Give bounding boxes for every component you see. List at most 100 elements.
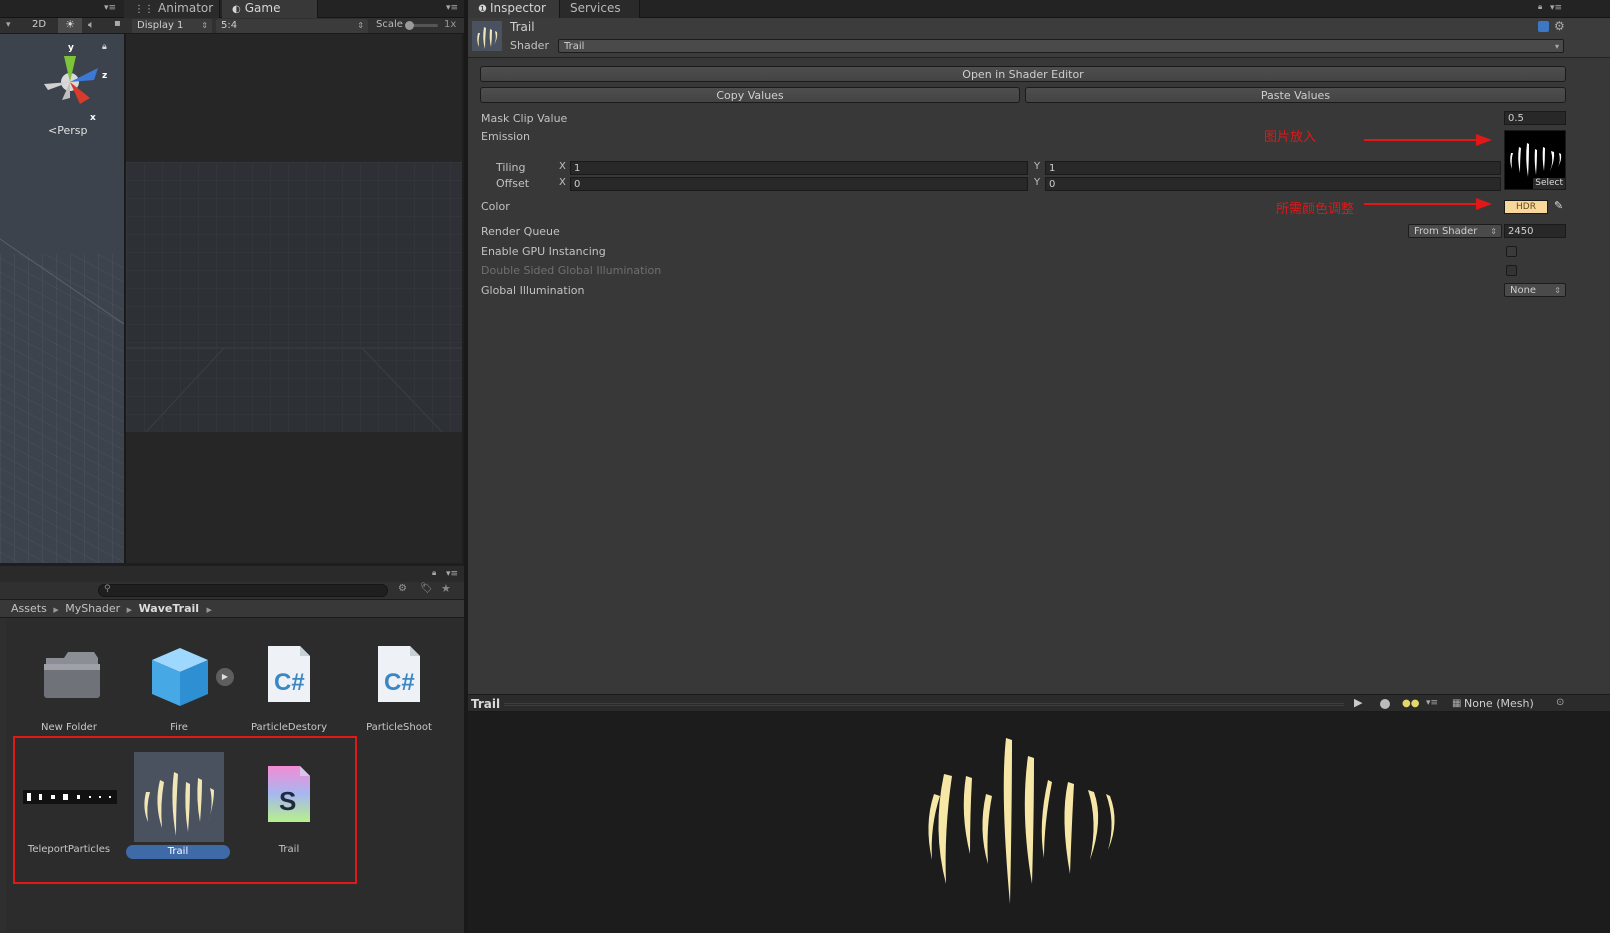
scale-slider[interactable] — [405, 21, 438, 30]
csharp-script-icon: C# — [378, 646, 420, 702]
preview-drag-bar[interactable] — [504, 703, 1344, 706]
asset-item-trail-material[interactable]: Trail — [124, 752, 234, 862]
offset-y-axis-label: Y — [1034, 177, 1041, 188]
breadcrumb-assets[interactable]: Assets — [11, 602, 47, 615]
offset-y-input[interactable]: 0 — [1045, 177, 1501, 191]
inspector-menu-icon[interactable]: ▾≡ — [1550, 3, 1562, 13]
emission-texture-slot[interactable]: Select — [1504, 130, 1566, 190]
preview-play-icon[interactable]: ▶ — [1354, 696, 1362, 709]
prefab-expand-icon[interactable]: ▶ — [216, 668, 234, 686]
inspector-lock-icon[interactable]: 🔒︎ — [1538, 2, 1542, 12]
tiling-label: Tiling — [496, 161, 526, 174]
shading-dropdown[interactable]: ▾ — [6, 20, 11, 30]
tiling-y-input[interactable]: 1 — [1045, 161, 1501, 175]
preview-mesh-field[interactable]: None (Mesh) — [1464, 697, 1534, 710]
preview-sphere-icon[interactable] — [1380, 699, 1390, 709]
shader-dropdown[interactable]: Trail ▾ — [558, 39, 1564, 53]
filter-by-type-icon[interactable]: ⚙ — [398, 583, 407, 594]
game-room-grid — [126, 162, 462, 433]
project-menu-icon[interactable]: ▾≡ — [446, 569, 458, 579]
tiling-x-input[interactable]: 1 — [570, 161, 1028, 175]
trail-preview-render — [928, 738, 1115, 904]
tab-animator[interactable]: ⋮⋮ Animator — [124, 0, 220, 18]
breadcrumb-wavetrail[interactable]: WaveTrail — [139, 602, 199, 615]
color-label: Color — [481, 200, 510, 213]
asset-label: TeleportParticles — [27, 844, 111, 855]
tab-game[interactable]: ◐ Game — [222, 0, 318, 18]
game-viewport[interactable]: ◀ — [126, 34, 462, 563]
emission-label: Emission — [481, 130, 530, 143]
prefab-cube-icon — [152, 648, 208, 706]
project-lock-icon[interactable]: 🔒︎ — [432, 568, 436, 578]
offset-x-input[interactable]: 0 — [570, 177, 1028, 191]
asset-label: ParticleDestory — [250, 722, 328, 733]
gizmo-lock-icon[interactable]: 🔒︎ — [102, 42, 107, 52]
texture-strip-icon — [23, 790, 117, 804]
paste-values-button[interactable]: Paste Values — [1025, 87, 1566, 103]
game-render-area — [126, 162, 462, 433]
preview-area[interactable] — [468, 712, 1610, 933]
shader-label: Shader — [510, 39, 549, 52]
asset-item-particledestory[interactable]: C# ParticleDestory — [234, 638, 344, 738]
orientation-gizmo-icon[interactable]: y z x — [36, 42, 124, 122]
shader-file-icon: S — [268, 766, 310, 822]
tab-services[interactable]: Services — [560, 0, 640, 18]
help-book-icon[interactable] — [1538, 21, 1549, 32]
inspector-panel: ❶ Inspector Services 🔒︎ ▾≡ Trail Shader T… — [468, 0, 1610, 700]
breadcrumb-separator-icon: ▶ — [53, 606, 59, 614]
favorites-star-icon[interactable]: ★ — [441, 582, 451, 595]
scale-slider-thumb[interactable] — [405, 21, 414, 30]
asset-item-fire[interactable]: ▶ Fire — [124, 638, 234, 738]
project-search-bar: ⚲ ⚙ 🏷︎ ★ — [0, 582, 464, 600]
effects-toggle-icon[interactable]: ▪ — [114, 18, 121, 29]
tab-inspector[interactable]: ❶ Inspector — [468, 0, 560, 18]
tiling-x-axis-label: X — [559, 161, 566, 172]
mode-2d-button[interactable]: 2D — [28, 19, 50, 30]
panel-menu-icon-right[interactable]: ▾≡ — [446, 3, 458, 13]
project-top-bar: 🔒︎ ▾≡ — [0, 566, 464, 582]
double-sided-gi-checkbox[interactable] — [1506, 265, 1517, 276]
svg-text:S: S — [279, 786, 296, 816]
render-queue-input[interactable]: 2450 — [1504, 224, 1566, 238]
preview-toolbar: Trail ▶ ●● ▾≡ ▦ None (Mesh) ⊙ — [468, 694, 1610, 712]
offset-label: Offset — [496, 177, 530, 190]
display-dropdown-arrow-icon: ⇕ — [201, 21, 208, 30]
asset-item-particleshoot[interactable]: C# ParticleShoot — [344, 638, 454, 738]
render-queue-mode-dropdown[interactable]: From Shader ⇕ — [1408, 224, 1502, 238]
mask-clip-input[interactable]: 0.5 — [1504, 111, 1566, 125]
panel-menu-icon[interactable]: ▾≡ — [104, 3, 116, 13]
copy-values-button[interactable]: Copy Values — [480, 87, 1020, 103]
breadcrumb-separator-icon: ▶ — [126, 606, 133, 614]
audio-toggle-icon[interactable]: 🔈︎ — [88, 18, 95, 32]
aspect-dropdown[interactable]: 5:4 ⇕ — [216, 19, 368, 33]
asset-item-trail-shader[interactable]: S Trail — [234, 758, 344, 858]
material-header: Trail Shader Trail ▾ ⚙ — [468, 18, 1610, 58]
settings-gear-icon[interactable]: ⚙ — [1554, 19, 1565, 33]
scene-viewport[interactable]: y z x 🔒︎ <Persp — [0, 34, 124, 563]
display-dropdown[interactable]: Display 1 ⇕ — [132, 19, 212, 33]
scene-game-splitter[interactable] — [124, 34, 126, 563]
project-search-input[interactable]: ⚲ — [98, 584, 388, 597]
filter-by-label-icon[interactable]: 🏷︎ — [420, 583, 433, 594]
svg-text:C#: C# — [384, 669, 415, 696]
preview-settings-icon[interactable]: ⊙ — [1556, 697, 1564, 708]
gpu-instancing-checkbox[interactable] — [1506, 246, 1517, 257]
trail-material-thumbnail — [134, 752, 224, 842]
asset-label: New Folder — [41, 722, 97, 733]
texture-select-button[interactable]: Select — [1533, 178, 1565, 189]
folder-icon — [44, 652, 100, 698]
asset-item-new-folder[interactable]: New Folder — [14, 638, 124, 738]
annotation-image-text: 图片放入 — [1264, 130, 1317, 145]
scene-toolbar: ▾ 2D ☀ 🔈︎ ▪ — [0, 18, 126, 34]
breadcrumb-myshader[interactable]: MyShader — [65, 602, 120, 615]
persp-label[interactable]: <Persp — [48, 124, 87, 137]
lighting-toggle-icon[interactable]: ☀ — [58, 18, 82, 33]
preview-lights-icon[interactable]: ●● — [1402, 698, 1419, 709]
color-picker-eyedropper-icon[interactable]: ✎ — [1554, 199, 1563, 212]
global-illumination-dropdown[interactable]: None ⇕ — [1504, 283, 1566, 297]
color-hdr-swatch[interactable]: HDR — [1504, 200, 1548, 214]
asset-item-teleportparticles[interactable]: TeleportParticles — [14, 758, 124, 858]
preview-menu-icon[interactable]: ▾≡ — [1426, 698, 1438, 708]
open-in-shader-editor-button[interactable]: Open in Shader Editor — [480, 66, 1566, 82]
left-tab-bar: ▾≡ ⋮⋮ Animator ◐ Game ▾≡ — [0, 0, 464, 18]
